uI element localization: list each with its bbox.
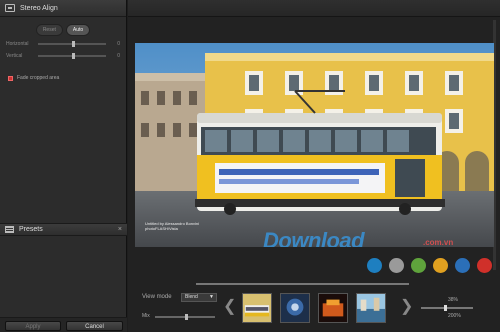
thumbnail-tram[interactable] <box>242 293 272 323</box>
swatch[interactable] <box>389 258 404 273</box>
cancel-button[interactable]: Cancel <box>66 321 123 331</box>
stereo-align-icon <box>5 4 15 12</box>
download-watermark-suffix: .com.vn <box>423 238 454 247</box>
fade-cropped-label: Fade cropped area <box>17 75 60 81</box>
download-watermark: Download <box>263 228 365 247</box>
swatch[interactable] <box>367 258 382 273</box>
mix-slider[interactable] <box>155 314 215 320</box>
color-swatches <box>367 258 492 273</box>
left-panel: Stereo Align Reset Auto Horizontal 0 Ver… <box>0 0 127 332</box>
horizontal-label: Horizontal <box>6 41 29 47</box>
vertical-value: 0 <box>117 53 120 59</box>
vertical-slider[interactable] <box>38 53 106 59</box>
action-bar: Apply Cancel <box>0 317 127 332</box>
fade-cropped-row: Fade cropped area <box>8 75 126 81</box>
stereo-align-window: Stereo Align Reset Auto Horizontal 0 Ver… <box>0 0 500 332</box>
preview-image: Untitled by Alessandro Bonvini photoFLAS… <box>135 43 494 247</box>
swatch[interactable] <box>433 258 448 273</box>
presets-icon <box>5 226 14 233</box>
presets-title: Presets <box>19 226 43 233</box>
thumbnail-blue[interactable] <box>280 293 310 323</box>
chevron-left-icon[interactable]: ❮ <box>223 296 236 316</box>
panel-title: Stereo Align <box>20 4 58 12</box>
horizontal-value: 0 <box>117 41 120 47</box>
mix-label: Mix <box>142 313 150 319</box>
photo-caption-line-2: photoFLASH/Vista <box>145 226 178 231</box>
photo-caption: Untitled by Alessandro Bonvini photoFLAS… <box>145 221 199 231</box>
thumbnail-strip <box>242 293 386 323</box>
thumbnail-canal[interactable] <box>356 293 386 323</box>
fade-cropped-checkbox[interactable] <box>8 75 13 81</box>
zoom-percent: 38% <box>448 297 459 303</box>
apply-button[interactable]: Apply <box>5 321 61 331</box>
reset-button[interactable]: Reset <box>35 24 63 36</box>
vertical-slider-thumb[interactable] <box>72 53 75 59</box>
chevron-right-icon[interactable]: ❯ <box>400 296 413 316</box>
horizontal-slider-row: Horizontal 0 <box>0 39 126 49</box>
vertical-slider-row: Vertical 0 <box>0 51 126 61</box>
preview-area: Untitled by Alessandro Bonvini photoFLAS… <box>128 0 500 332</box>
view-mode-select[interactable]: Blend ▼ <box>181 293 217 302</box>
mode-buttons: Reset Auto <box>0 24 126 36</box>
horizontal-slider[interactable] <box>38 41 106 47</box>
view-mode-value: Blend <box>185 294 198 300</box>
close-icon[interactable]: × <box>118 226 122 233</box>
chevron-down-icon: ▼ <box>209 294 214 300</box>
preview-toolbar <box>128 0 500 17</box>
view-mode-label: View mode <box>142 294 172 300</box>
zoom-slider-thumb[interactable] <box>444 305 448 311</box>
zoom-max-label: 200% <box>448 313 461 319</box>
thumbnail-fire[interactable] <box>318 293 348 323</box>
zoom-slider[interactable] <box>421 305 473 311</box>
swatch[interactable] <box>477 258 492 273</box>
horizontal-slider-thumb[interactable] <box>72 41 75 47</box>
auto-button[interactable]: Auto <box>65 24 91 36</box>
panel-header: Stereo Align <box>0 0 126 17</box>
vertical-label: Vertical <box>6 53 23 59</box>
swatch[interactable] <box>411 258 426 273</box>
horizontal-scrollbar[interactable] <box>196 283 409 285</box>
tram-photo <box>135 43 494 247</box>
swatch[interactable] <box>455 258 470 273</box>
presets-header[interactable]: Presets × <box>0 223 127 236</box>
mix-slider-thumb[interactable] <box>185 314 188 320</box>
